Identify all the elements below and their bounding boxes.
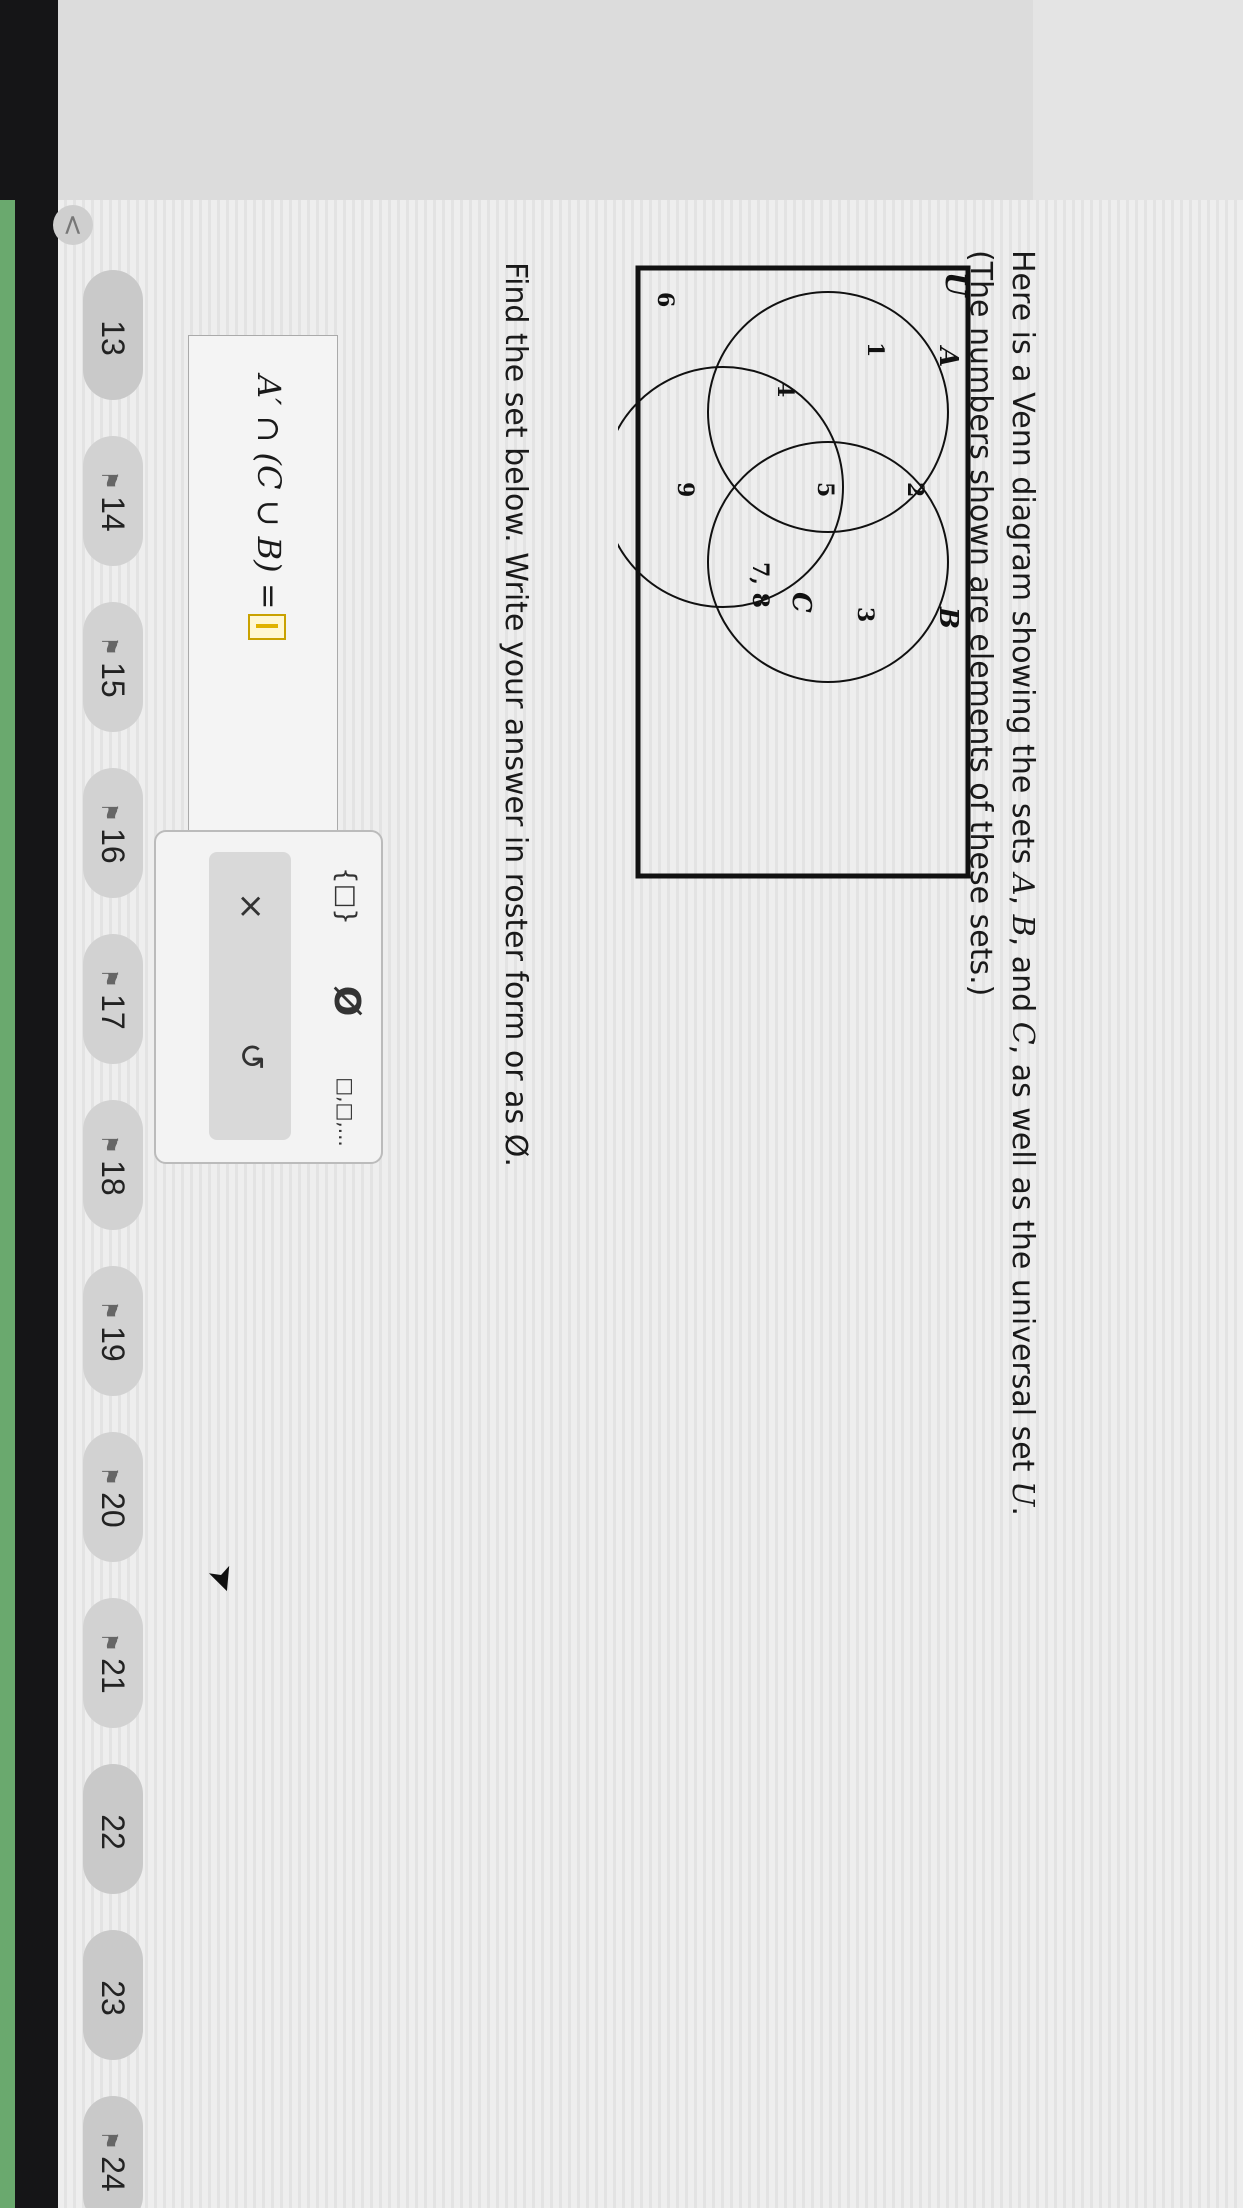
- label-c: C: [786, 592, 816, 613]
- empty-set-button[interactable]: Ø: [321, 967, 371, 1035]
- keypad-action-bar: × ↺: [209, 852, 291, 1140]
- back-button[interactable]: <: [53, 205, 93, 245]
- question-pill-13[interactable]: 13: [83, 270, 143, 400]
- question-pill-23[interactable]: 23: [83, 1930, 143, 2060]
- element-a-c: 4: [772, 382, 798, 397]
- label-b: B: [933, 606, 963, 629]
- question-pill-16[interactable]: ⚑16: [83, 768, 143, 898]
- question-pill-14[interactable]: ⚑14: [83, 436, 143, 566]
- flag-icon: ⚑: [97, 1466, 122, 1487]
- flag-icon: ⚑: [97, 968, 122, 989]
- question-pill-19[interactable]: ⚑19: [83, 1266, 143, 1396]
- list-button[interactable]: □,□,...: [321, 1072, 371, 1152]
- venn-diagram: U A B C 1 2 3 4 5 7, 8 9 6: [618, 265, 972, 879]
- clear-button[interactable]: ×: [221, 892, 281, 921]
- set-c-circle: [618, 366, 844, 608]
- answer-expression: A′ ∩ (C ∪ B) =: [250, 375, 288, 610]
- undo-icon[interactable]: ↺: [221, 1042, 281, 1071]
- answer-row: A′ ∩ (C ∪ B) =: [248, 375, 288, 640]
- app-screen: < 13 ⚑14 ⚑15 ⚑16 ⚑17 ⚑18 ⚑19 ⚑20 ⚑21 22 …: [0, 0, 1243, 2208]
- question-pill-18[interactable]: ⚑18: [83, 1100, 143, 1230]
- braces-button[interactable]: {□}: [321, 862, 371, 930]
- question-pill-17[interactable]: ⚑17: [83, 934, 143, 1064]
- element-a-b-c: 5: [812, 482, 838, 497]
- flag-icon: ⚑: [97, 802, 122, 823]
- element-b-c: 7, 8: [747, 562, 773, 608]
- flag-icon: ⚑: [97, 636, 122, 657]
- question-pill-22[interactable]: 22: [83, 1764, 143, 1894]
- question-pill-24[interactable]: ⚑24: [83, 2096, 143, 2208]
- chevron-left-icon: <: [57, 213, 90, 237]
- element-only-a: 1: [862, 342, 888, 357]
- accent-strip: [0, 200, 15, 2208]
- element-outside: 6: [652, 292, 678, 307]
- element-only-c: 9: [672, 482, 698, 497]
- question-pill-20[interactable]: ⚑20: [83, 1432, 143, 1562]
- element-a-b: 2: [902, 482, 928, 497]
- flag-icon: ⚑: [97, 1300, 122, 1321]
- question-intro-line: Here is a Venn diagram showing the sets …: [1005, 250, 1040, 1516]
- universal-set-box: [635, 265, 971, 879]
- flag-icon: ⚑: [97, 1632, 122, 1653]
- question-pill-15[interactable]: ⚑15: [83, 602, 143, 732]
- flag-icon: ⚑: [97, 1134, 122, 1155]
- set-b-circle: [707, 441, 949, 683]
- math-keypad: {□} Ø □,□,... × ↺: [154, 830, 383, 1164]
- label-u: U: [939, 272, 972, 298]
- flag-icon: ⚑: [97, 470, 122, 491]
- flag-icon: ⚑: [97, 2130, 122, 2151]
- question-pill-21[interactable]: ⚑21: [83, 1598, 143, 1728]
- label-a: A: [933, 344, 963, 367]
- element-only-b: 3: [852, 607, 878, 622]
- find-instruction: Find the set below. Write your answer in…: [498, 262, 533, 1167]
- answer-input[interactable]: [248, 613, 286, 640]
- question-navigator: 13 ⚑14 ⚑15 ⚑16 ⚑17 ⚑18 ⚑19 ⚑20 ⚑21 22 23…: [83, 270, 143, 2208]
